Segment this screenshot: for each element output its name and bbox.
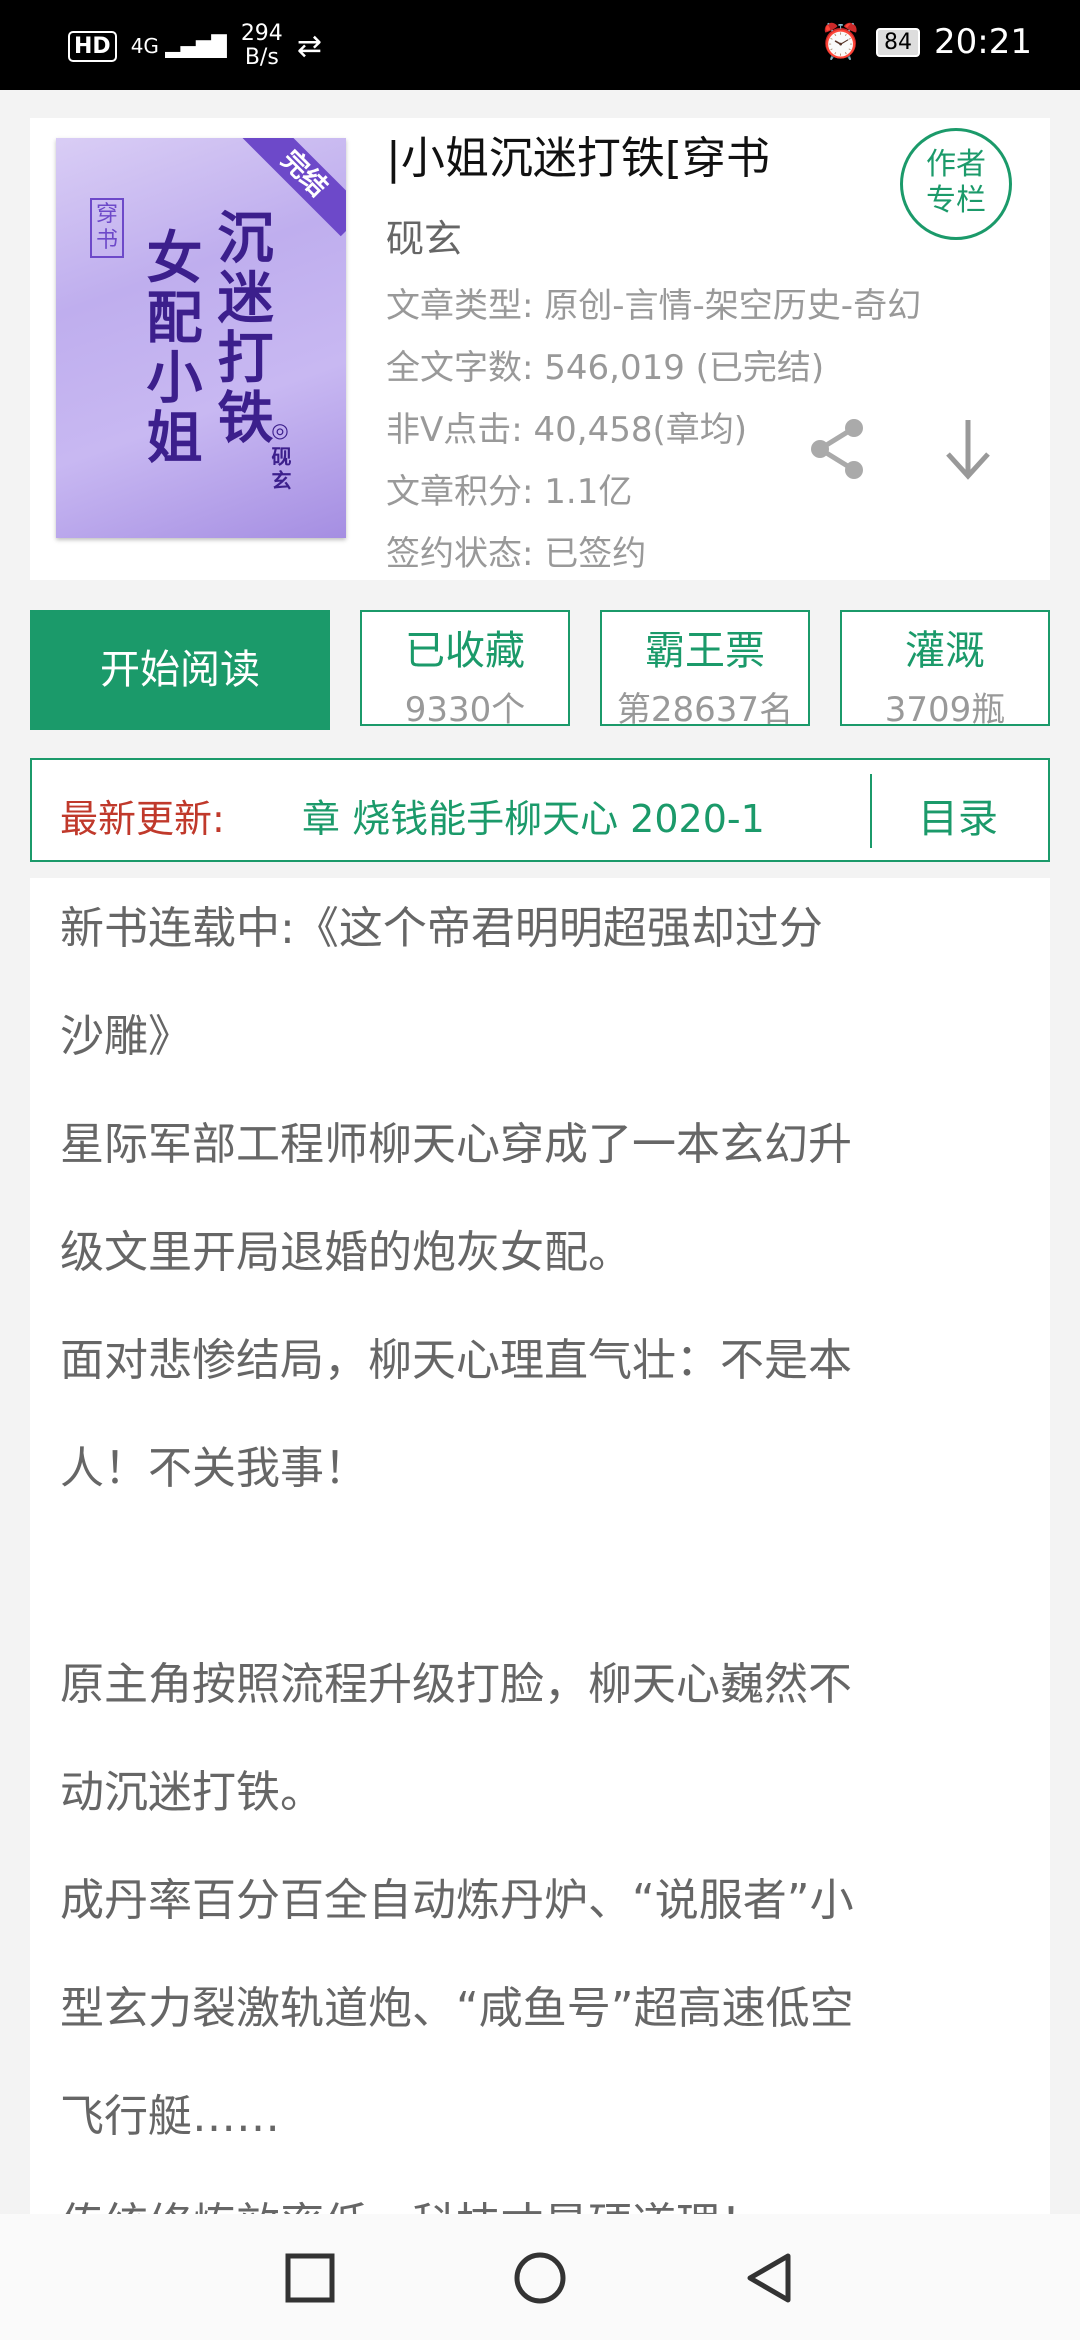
- info-words: 全文字数: 546,019 (已完结): [386, 348, 825, 388]
- system-nav-bar: [0, 2214, 1080, 2340]
- description-line: 面对悲惨结局，柳天心理直气壮：不是本: [60, 1335, 852, 1386]
- alarm-icon: ⏰: [819, 22, 863, 62]
- description-line: 飞行艇……: [60, 2091, 280, 2142]
- info-score: 文章积分: 1.1亿: [386, 472, 633, 512]
- status-bar: HD 4G ▂▄▆█ 294 B/s ⇄ ⏰ 84 20:21: [0, 0, 1080, 90]
- cover-title-right: 沉迷打铁: [208, 208, 274, 448]
- book-cover[interactable]: 完结 穿书 女配小姐 沉迷打铁 ◎砚玄: [56, 138, 346, 538]
- description-line: 原主角按照流程升级打脸，柳天心巍然不: [60, 1659, 852, 1710]
- info-clicks: 非V点击: 40,458(章均): [386, 410, 748, 450]
- start-reading-button[interactable]: 开始阅读: [30, 610, 330, 730]
- description-line: 成丹率百分百全自动炼丹炉、“说服者”小: [60, 1875, 854, 1926]
- toc-button[interactable]: 目录: [918, 786, 998, 844]
- hd-icon: HD: [68, 30, 117, 62]
- collect-label: 已收藏: [405, 628, 525, 674]
- book-author[interactable]: 砚玄: [386, 208, 462, 263]
- description-line: 星际军部工程师柳天心穿成了一本玄幻升: [60, 1119, 852, 1170]
- irrigate-count: 3709瓶: [884, 690, 1006, 730]
- book-header: 完结 穿书 女配小姐 沉迷打铁 ◎砚玄 |小姐沉迷打铁[穿书 砚玄 文章类型: …: [30, 118, 1050, 580]
- description-line: 级文里开局退婚的炮灰女配。: [60, 1227, 632, 1278]
- battery-icon: 84: [876, 27, 921, 57]
- divider: [870, 774, 872, 848]
- book-title: |小姐沉迷打铁[穿书: [386, 133, 770, 184]
- irrigate-button[interactable]: 灌溉 3709瓶: [840, 610, 1050, 730]
- back-icon[interactable]: [742, 2250, 798, 2306]
- status-left: HD 4G ▂▄▆█ 294 B/s ⇄: [68, 22, 322, 70]
- ticket-button[interactable]: 霸王票 第28637名: [600, 610, 810, 730]
- description-line: 人！不关我事！: [60, 1443, 368, 1494]
- ticket-label: 霸王票: [645, 628, 765, 674]
- network-speed: 294 B/s: [240, 21, 283, 70]
- signal-icon: 4G ▂▄▆█: [130, 34, 227, 58]
- share-icon[interactable]: [802, 414, 872, 484]
- recent-apps-icon[interactable]: [282, 2250, 338, 2306]
- author-column-button[interactable]: 作者 专栏: [900, 128, 1012, 240]
- collect-count: 9330个: [404, 690, 526, 730]
- status-right: ⏰ 84 20:21: [820, 22, 1032, 62]
- home-icon[interactable]: [512, 2250, 568, 2306]
- description-line: 动沉迷打铁。: [60, 1767, 324, 1818]
- cover-tag: 穿书: [90, 198, 124, 258]
- description-line: 沙雕》: [60, 1011, 192, 1062]
- info-type: 文章类型: 原创-言情-架空历史-奇幻: [386, 286, 922, 326]
- info-sign: 签约状态: 已签约: [386, 534, 647, 574]
- book-description: 新书连载中:《这个帝君明明超强却过分 沙雕》 星际军部工程师柳天心穿成了一本玄幻…: [30, 878, 1050, 2278]
- cover-author: ◎砚玄: [268, 418, 292, 494]
- latest-update-bar[interactable]: 最新更新: 章 烧钱能手柳天心 2020-1 目录: [30, 758, 1050, 862]
- collect-button[interactable]: 已收藏 9330个: [360, 610, 570, 730]
- data-saver-icon: ⇄: [296, 28, 322, 64]
- description-line: 新书连载中:《这个帝君明明超强却过分: [60, 903, 823, 954]
- clock: 20:21: [934, 22, 1032, 62]
- latest-update-label: 最新更新:: [60, 797, 225, 841]
- description-line: 型玄力裂激轨道炮、“咸鱼号”超高速低空: [60, 1983, 854, 2034]
- latest-chapter[interactable]: 章 烧钱能手柳天心 2020-1: [302, 788, 882, 843]
- download-icon[interactable]: [938, 414, 998, 484]
- cover-title-left: 女配小姐: [137, 228, 203, 468]
- irrigate-label: 灌溉: [905, 628, 985, 674]
- ticket-rank: 第28637名: [616, 690, 794, 730]
